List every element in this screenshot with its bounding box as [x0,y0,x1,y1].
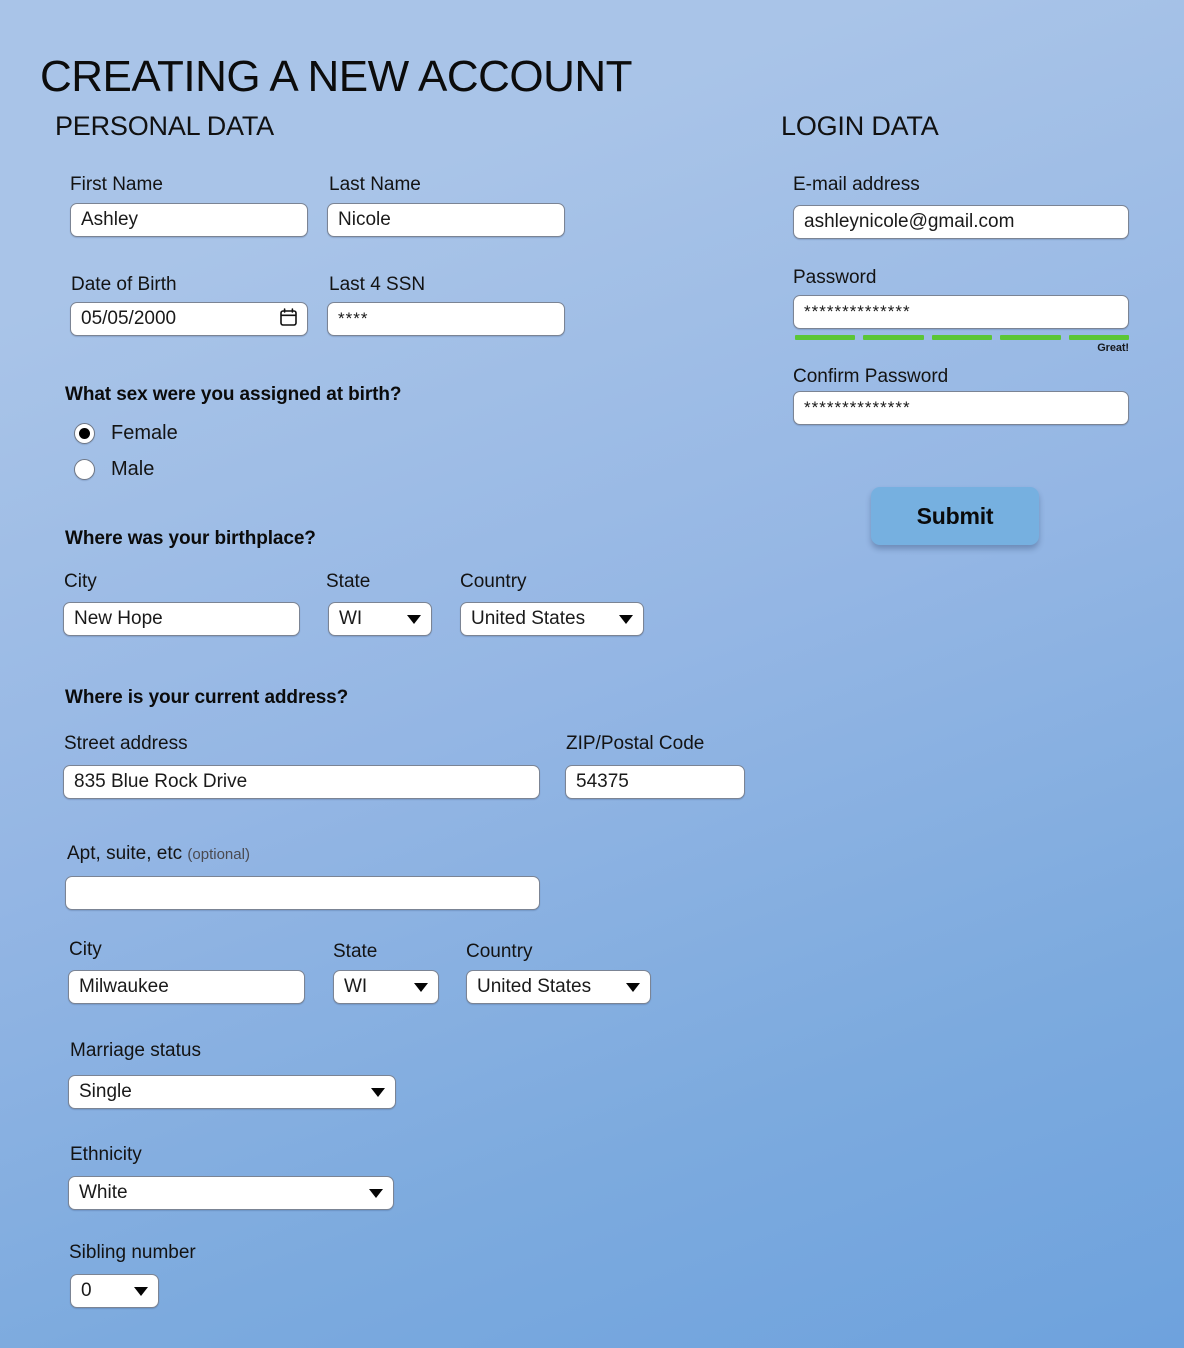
current-state-label: State [333,941,378,962]
marriage-status-label: Marriage status [70,1040,201,1061]
strength-segment [931,335,993,340]
zip-code-input[interactable]: 54375 [565,765,745,799]
chevron-down-icon[interactable] [619,614,633,624]
last-4-ssn-input[interactable]: **** [327,302,565,336]
password-label: Password [793,267,877,288]
first-name-input[interactable]: Ashley [70,203,308,237]
date-of-birth-label: Date of Birth [71,274,177,295]
password-field[interactable]: ************** [793,295,1129,329]
chevron-down-icon[interactable] [134,1286,148,1296]
current-state-select[interactable]: WI [333,970,439,1004]
first-name-value: Ashley [81,210,139,230]
sibling-number-select[interactable]: 0 [70,1274,159,1308]
current-address-question-heading: Where is your current address? [65,687,349,708]
ethnicity-label: Ethnicity [70,1144,142,1165]
current-city-value: Milwaukee [79,977,169,997]
sibling-number-label: Sibling number [69,1242,196,1263]
birthplace-country-label: Country [460,571,527,592]
current-country-label: Country [466,941,533,962]
radio-male-icon[interactable] [74,458,95,480]
birthplace-city-input[interactable]: New Hope [63,602,300,636]
password-strength-meter [795,335,1130,340]
first-name-label: First Name [70,174,163,195]
birthplace-question-heading: Where was your birthplace? [65,528,316,549]
section-heading-login-data: LOGIN DATA [781,111,939,141]
marriage-status-select[interactable]: Single [68,1075,396,1109]
strength-segment [795,335,856,340]
birthplace-city-value: New Hope [74,609,163,629]
street-address-input[interactable]: 835 Blue Rock Drive [63,765,540,799]
current-city-input[interactable]: Milwaukee [68,970,305,1004]
apt-suite-input[interactable] [65,876,540,910]
last-4-ssn-value: **** [338,309,369,328]
email-field[interactable]: ashleynicole@gmail.com [793,205,1129,239]
birthplace-state-select[interactable]: WI [328,602,432,636]
calendar-icon[interactable] [280,307,297,331]
radio-female-icon[interactable] [74,422,95,444]
street-address-value: 835 Blue Rock Drive [74,772,248,792]
chevron-down-icon[interactable] [414,982,428,992]
current-city-label: City [69,939,102,960]
email-value: ashleynicole@gmail.com [804,212,1015,232]
password-strength-status: Great! [1097,342,1129,354]
strength-segment [863,335,924,340]
confirm-password-value: ************** [804,398,911,417]
ethnicity-value: White [79,1183,128,1203]
birthplace-state-value: WI [339,609,363,629]
last-4-ssn-label: Last 4 SSN [329,274,426,295]
email-label: E-mail address [793,174,920,195]
radio-male-label: Male [111,458,155,480]
strength-segment [1000,335,1061,340]
marriage-status-value: Single [79,1082,132,1102]
zip-code-label: ZIP/Postal Code [566,733,705,754]
last-name-label: Last Name [329,174,421,195]
sibling-number-value: 0 [81,1281,92,1301]
chevron-down-icon[interactable] [407,614,421,624]
date-of-birth-value: 05/05/2000 [81,309,177,329]
apt-suite-optional-note: (optional) [187,846,250,863]
radio-option-male[interactable]: Male [74,458,154,480]
last-name-value: Nicole [338,210,391,230]
password-value: ************** [804,302,911,321]
chevron-down-icon[interactable] [626,982,640,992]
chevron-down-icon[interactable] [369,1188,383,1198]
current-country-select[interactable]: United States [466,970,651,1004]
radio-female-label: Female [111,422,178,444]
birthplace-state-label: State [326,571,371,592]
current-state-value: WI [344,977,368,997]
sex-question-heading: What sex were you assigned at birth? [65,384,402,405]
personal-data-column: PERSONAL DATA First Name Ashley Last Nam… [0,0,780,1348]
current-country-value: United States [477,977,592,997]
account-creation-page: CREATING A NEW ACCOUNT PERSONAL DATA Fir… [0,0,1184,1348]
apt-suite-label: Apt, suite, etc (optional) [67,842,250,867]
confirm-password-label: Confirm Password [793,366,949,387]
date-of-birth-input[interactable]: 05/05/2000 [70,302,308,336]
ethnicity-select[interactable]: White [68,1176,394,1210]
strength-segment [1068,335,1130,340]
chevron-down-icon[interactable] [371,1087,385,1097]
radio-option-female[interactable]: Female [74,422,178,444]
zip-code-value: 54375 [576,772,629,792]
section-heading-personal-data: PERSONAL DATA [55,111,274,141]
last-name-input[interactable]: Nicole [327,203,565,237]
street-address-label: Street address [64,733,188,754]
birthplace-country-value: United States [471,609,586,629]
submit-button[interactable]: Submit [871,487,1039,545]
birthplace-country-select[interactable]: United States [460,602,644,636]
confirm-password-field[interactable]: ************** [793,391,1129,425]
apt-suite-label-text: Apt, suite, etc [67,843,183,864]
birthplace-city-label: City [64,571,97,592]
